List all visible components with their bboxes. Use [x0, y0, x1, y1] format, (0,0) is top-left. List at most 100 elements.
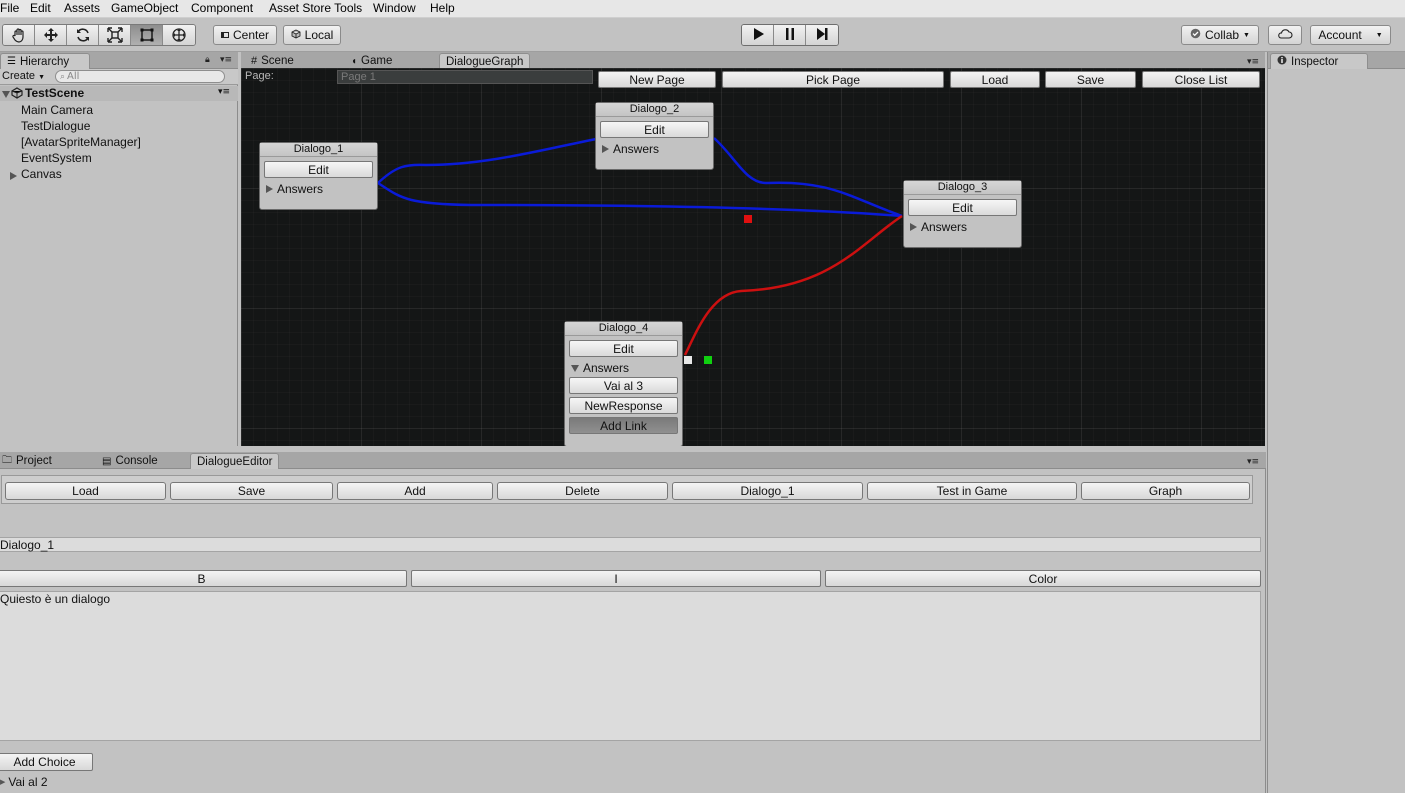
hierarchy-item-canvas[interactable]: Canvas — [21, 167, 62, 181]
hierarchy-item-avatarspritemanager[interactable]: [AvatarSpriteManager] — [21, 135, 141, 149]
page-input-value: Page 1 — [341, 71, 376, 83]
move-tool-icon[interactable] — [35, 25, 67, 45]
rotate-tool-icon[interactable] — [67, 25, 99, 45]
tab-project-label: Project — [16, 455, 52, 467]
graph-links — [377, 137, 903, 364]
color-button[interactable]: Color — [825, 570, 1261, 587]
expand-arrow-icon[interactable] — [2, 88, 10, 101]
tab-dialoguegraph-label: DialogueGraph — [446, 55, 524, 68]
menu-gameobject[interactable]: GameObject — [111, 1, 178, 15]
transform-tool-icon[interactable] — [163, 25, 195, 45]
node-answers-foldout[interactable]: Answers — [266, 182, 377, 196]
node-answers-foldout[interactable]: Answers — [602, 142, 713, 156]
answer-button-vai-al-3[interactable]: Vai al 3 — [569, 377, 678, 394]
pivot-icon — [220, 32, 229, 38]
hierarchy-item-eventsystem[interactable]: EventSystem — [21, 151, 92, 165]
hierarchy-item-testdialogue[interactable]: TestDialogue — [21, 119, 90, 133]
dialogue-text-area[interactable]: Quiesto è un dialogo — [0, 591, 1261, 741]
node-edit-button[interactable]: Edit — [264, 161, 373, 178]
load-button[interactable]: Load — [5, 482, 166, 500]
pause-button[interactable] — [774, 25, 806, 45]
add-choice-button[interactable]: Add Choice — [0, 753, 93, 771]
collapsed-arrow-icon: ▶ — [0, 779, 6, 786]
scale-tool-icon[interactable] — [99, 25, 131, 45]
rect-tool-icon[interactable] — [131, 25, 163, 45]
new-page-button[interactable]: New Page — [598, 71, 716, 88]
dropdown-arrow-icon: ▼ — [1243, 31, 1250, 39]
playmode-controls — [741, 24, 839, 46]
menu-help[interactable]: Help — [430, 1, 455, 15]
pick-page-button[interactable]: Pick Page — [722, 71, 944, 88]
step-button[interactable] — [806, 25, 838, 45]
add-link-button[interactable]: Add Link — [569, 417, 678, 434]
menu-window[interactable]: Window — [373, 1, 416, 15]
menu-assets[interactable]: Assets — [64, 1, 100, 15]
hierarchy-search-input[interactable]: ⌕ All — [55, 70, 225, 83]
choice-label: Vai al 2 — [8, 775, 48, 789]
panel-menu-icon[interactable]: ▾≡ — [220, 55, 232, 65]
tab-console[interactable]: ▤ Console — [96, 453, 164, 469]
hierarchy-item-main-camera[interactable]: Main Camera — [21, 103, 93, 117]
tab-project[interactable]: 🗀︎ Project — [0, 453, 58, 469]
bold-button[interactable]: B — [0, 570, 407, 587]
link-dialogo4-dialogo3 — [683, 214, 903, 356]
play-button[interactable] — [742, 25, 774, 45]
menu-file[interactable]: File — [0, 1, 19, 15]
scene-name: TestScene — [25, 86, 85, 100]
save-graph-button[interactable]: Save — [1045, 71, 1136, 88]
node-edit-button[interactable]: Edit — [600, 121, 709, 138]
collab-button[interactable]: Collab ▼ — [1181, 25, 1259, 45]
tab-scene[interactable]: # Scene — [245, 53, 300, 69]
hand-tool-icon[interactable] — [3, 25, 35, 45]
center-tabstrip: # Scene ◖ Game DialogueGraph ▾≡ — [241, 52, 1265, 69]
console-icon: ▤ — [102, 455, 112, 467]
tab-game[interactable]: ◖ Game — [345, 53, 398, 69]
add-button[interactable]: Add — [337, 482, 493, 500]
node-edit-button[interactable]: Edit — [908, 199, 1017, 216]
tab-inspector[interactable]: Inspector — [1270, 53, 1368, 69]
node-dialogo-2[interactable]: Dialogo_2 Edit Answers — [595, 102, 714, 170]
answers-label: Answers — [583, 361, 630, 375]
scene-row[interactable]: TestScene ▾≡ — [0, 86, 238, 101]
node-title: Dialogo_3 — [904, 181, 1021, 195]
close-list-button[interactable]: Close List — [1142, 71, 1260, 88]
node-dialogo-3[interactable]: Dialogo_3 Edit Answers — [903, 180, 1022, 248]
bottom-tabstrip: 🗀︎ Project ▤ Console DialogueEditor ▾≡ — [0, 452, 1266, 469]
tab-hierarchy[interactable]: ☰ Hierarchy — [0, 53, 90, 69]
panel-menu-icon[interactable]: ▾≡ — [1247, 57, 1259, 67]
graph-button[interactable]: Graph — [1081, 482, 1250, 500]
space-local-button[interactable]: Local — [283, 25, 341, 45]
node-dialogo-4[interactable]: Dialogo_4 Edit Answers Vai al 3 NewRespo… — [564, 321, 683, 446]
create-dropdown[interactable]: Create ▼ — [2, 70, 45, 82]
node-dialogo-1[interactable]: Dialogo_1 Edit Answers — [259, 142, 378, 210]
menu-edit[interactable]: Edit — [30, 1, 51, 15]
load-graph-button[interactable]: Load — [950, 71, 1040, 88]
dialogue-name-field[interactable]: Dialogo_1 — [0, 537, 1261, 552]
cloud-button[interactable] — [1268, 25, 1302, 45]
tab-dialogueeditor[interactable]: DialogueEditor — [190, 453, 280, 469]
delete-button[interactable]: Delete — [497, 482, 668, 500]
tab-dialogueeditor-label: DialogueEditor — [197, 455, 273, 468]
page-input[interactable]: Page 1 — [337, 70, 593, 84]
menu-component[interactable]: Component — [191, 1, 253, 15]
italic-button[interactable]: I — [411, 570, 821, 587]
choice-foldout[interactable]: ▶ Vai al 2 — [0, 775, 48, 789]
dialogue-select-button[interactable]: Dialogo_1 — [672, 482, 863, 500]
scene-menu-icon[interactable]: ▾≡ — [218, 87, 230, 97]
dialogue-graph-canvas[interactable]: Page: Page 1 New Page Pick Page Load Sav… — [241, 68, 1265, 446]
tab-dialoguegraph[interactable]: DialogueGraph — [439, 53, 531, 69]
pivot-center-button[interactable]: Center — [213, 25, 277, 45]
menu-asset-store-tools[interactable]: Asset Store Tools — [269, 1, 362, 15]
node-answers-foldout[interactable]: Answers — [910, 220, 1021, 234]
node-edit-button[interactable]: Edit — [569, 340, 678, 357]
account-button[interactable]: Account ▼ — [1310, 25, 1391, 45]
node-answers-foldout[interactable]: Answers — [571, 361, 682, 375]
lock-icon[interactable]: 🔒︎ — [205, 55, 210, 65]
answer-button-newresponse[interactable]: NewResponse — [569, 397, 678, 414]
test-in-game-button[interactable]: Test in Game — [867, 482, 1077, 500]
save-button[interactable]: Save — [170, 482, 333, 500]
expand-arrow-icon[interactable] — [10, 170, 17, 183]
panel-menu-icon[interactable]: ▾≡ — [1247, 457, 1259, 467]
dialogue-editor-panel: Load Save Add Delete Dialogo_1 Test in G… — [0, 469, 1266, 793]
cube-icon — [291, 28, 301, 42]
